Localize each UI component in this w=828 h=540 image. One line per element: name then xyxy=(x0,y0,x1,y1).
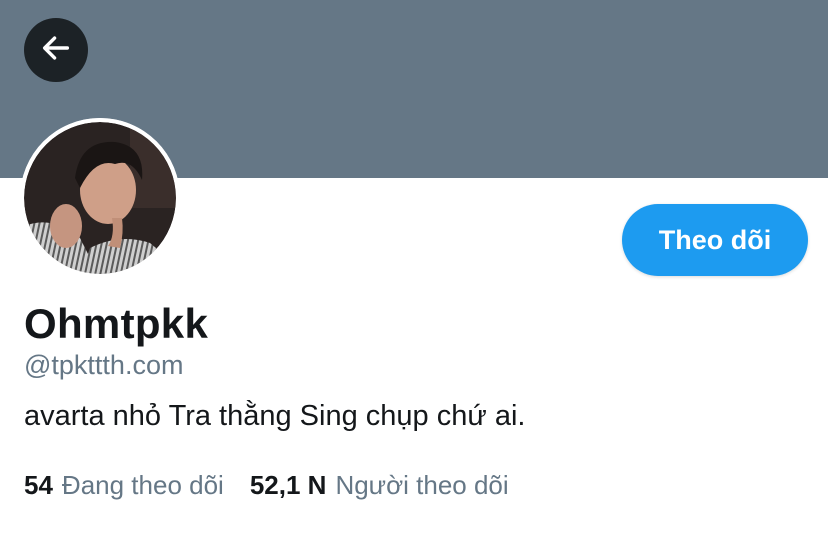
back-button[interactable] xyxy=(24,18,88,82)
profile-stats: 54 Đang theo dõi 52,1 N Người theo dõi xyxy=(24,470,509,501)
followers-stat[interactable]: 52,1 N Người theo dõi xyxy=(250,470,509,501)
profile-page: Theo dõi Ohmtpkk @tpkttth.com avarta nhỏ… xyxy=(0,0,828,540)
profile-bio: avarta nhỏ Tra thằng Sing chụp chứ ai. xyxy=(24,400,526,432)
following-count: 54 xyxy=(24,470,53,500)
profile-handle: @tpkttth.com xyxy=(24,350,184,380)
followers-count: 52,1 N xyxy=(249,470,327,500)
avatar[interactable] xyxy=(20,118,180,278)
following-stat[interactable]: 54 Đang theo dõi xyxy=(24,470,224,501)
follow-button[interactable]: Theo dõi xyxy=(622,204,808,276)
following-label: Đang theo dõi xyxy=(61,470,224,500)
followers-label: Người theo dõi xyxy=(335,470,509,500)
profile-display-name: Ohmtpkk xyxy=(24,300,209,347)
arrow-left-icon xyxy=(39,31,73,70)
